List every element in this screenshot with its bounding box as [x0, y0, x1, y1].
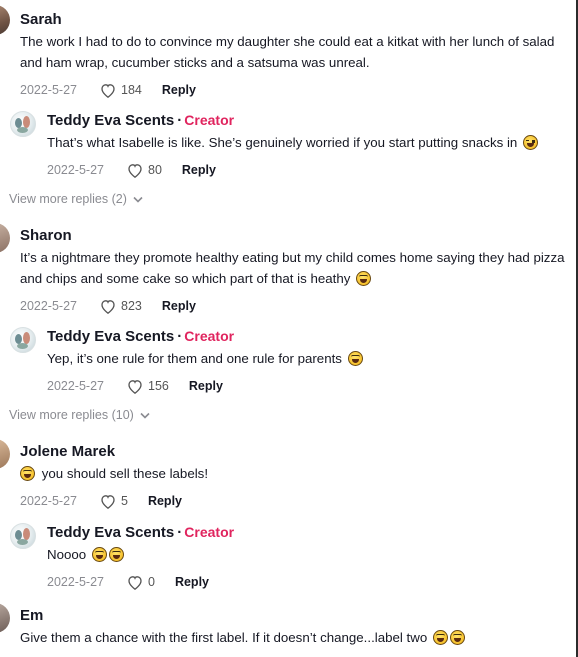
reply-date: 2022-5-27 — [47, 163, 104, 177]
like-count: 156 — [148, 379, 169, 393]
creator-avatar[interactable] — [10, 523, 36, 549]
comment-author[interactable]: Em — [20, 606, 566, 626]
reply-button[interactable]: Reply — [175, 575, 209, 589]
like-count: 80 — [148, 163, 162, 177]
reply-text: Yep, it’s one rule for them and one rule… — [47, 351, 342, 366]
creator-avatar[interactable] — [10, 327, 36, 353]
view-more-label: View more replies (10) — [9, 408, 134, 422]
comment-text: you should sell these labels! — [41, 466, 209, 481]
comment-meta: 2022-5-27 184 Reply — [20, 81, 566, 99]
reply-button[interactable]: Reply — [162, 83, 196, 97]
heart-icon — [101, 83, 115, 98]
separator-dot: · — [177, 524, 183, 541]
avatar[interactable] — [0, 223, 10, 253]
reply-author[interactable]: Teddy Eva Scents — [47, 112, 174, 129]
grinning-squint-emoji — [347, 351, 363, 366]
avatar[interactable] — [0, 603, 10, 633]
avatar[interactable] — [0, 5, 10, 35]
heart-icon — [128, 379, 142, 394]
reply-item: Teddy Eva Scents · Creator Noooo 2022-5-27… — [10, 522, 566, 591]
creator-badge: Creator — [184, 524, 235, 540]
separator-dot: · — [177, 328, 183, 345]
reply-date: 2022-5-27 — [47, 575, 104, 589]
grinning-sweat-emoji — [523, 135, 539, 150]
chevron-down-icon — [140, 412, 150, 419]
chevron-down-icon — [133, 196, 143, 203]
comment-date: 2022-5-27 — [20, 494, 77, 508]
reply-author[interactable]: Teddy Eva Scents — [47, 328, 174, 345]
reply-button[interactable]: Reply — [189, 379, 223, 393]
reply-author[interactable]: Teddy Eva Scents — [47, 524, 174, 541]
reply-item: Teddy Eva Scents · Creator Yep, it’s one r… — [10, 326, 566, 395]
like-button[interactable]: 80 — [127, 163, 162, 178]
like-button[interactable]: 5 — [100, 494, 128, 509]
comment-item: Em Give them a chance with the first lab… — [20, 606, 566, 648]
creator-badge: Creator — [184, 112, 235, 128]
comment-text: The work I had to do to convince my daug… — [20, 34, 555, 70]
reply-date: 2022-5-27 — [47, 379, 104, 393]
comment-date: 2022-5-27 — [20, 299, 77, 313]
heart-icon — [101, 494, 115, 509]
comment-date: 2022-5-27 — [20, 83, 77, 97]
creator-badge: Creator — [184, 328, 235, 344]
reply-item: Teddy Eva Scents · Creator That’s what Isa… — [10, 110, 566, 179]
grinning-squint-emoji — [356, 271, 372, 286]
heart-icon — [101, 299, 115, 314]
comment-text: Give them a chance with the first label.… — [20, 630, 428, 645]
heart-icon — [128, 575, 142, 590]
reply-button[interactable]: Reply — [182, 163, 216, 177]
grinning-squint-emoji — [108, 547, 124, 562]
creator-avatar[interactable] — [10, 111, 36, 137]
like-count: 5 — [121, 494, 128, 508]
like-button[interactable]: 823 — [100, 299, 142, 314]
like-button[interactable]: 0 — [127, 575, 155, 590]
comment-author[interactable]: Jolene Marek — [20, 442, 566, 462]
like-count: 184 — [121, 83, 142, 97]
like-button[interactable]: 184 — [100, 83, 142, 98]
like-count: 823 — [121, 299, 142, 313]
comment-text: It’s a nightmare they promote healthy ea… — [20, 250, 565, 286]
reply-button[interactable]: Reply — [162, 299, 196, 313]
heart-icon — [128, 163, 142, 178]
grinning-squint-emoji — [432, 630, 448, 645]
grinning-squint-emoji — [20, 466, 35, 481]
view-more-replies[interactable]: View more replies (2) — [9, 192, 143, 206]
view-more-replies[interactable]: View more replies (10) — [9, 408, 150, 422]
reply-text: That’s what Isabelle is like. She’s genu… — [47, 135, 518, 150]
grinning-squint-emoji — [91, 547, 107, 562]
grinning-squint-emoji — [449, 630, 465, 645]
separator-dot: · — [177, 112, 183, 129]
comment-item: Jolene Marek you should sell these label… — [20, 442, 566, 510]
comment-author[interactable]: Sarah — [20, 10, 566, 30]
view-more-label: View more replies (2) — [9, 192, 127, 206]
comment-item: Sharon It’s a nightmare they promote hea… — [20, 226, 566, 315]
comment-author[interactable]: Sharon — [20, 226, 566, 246]
avatar[interactable] — [0, 439, 10, 469]
reply-button[interactable]: Reply — [148, 494, 182, 508]
like-count: 0 — [148, 575, 155, 589]
comments-panel: Sarah The work I had to do to convince m… — [0, 0, 578, 657]
reply-text: Noooo — [47, 547, 87, 562]
like-button[interactable]: 156 — [127, 379, 169, 394]
comment-item: Sarah The work I had to do to convince m… — [20, 10, 566, 99]
